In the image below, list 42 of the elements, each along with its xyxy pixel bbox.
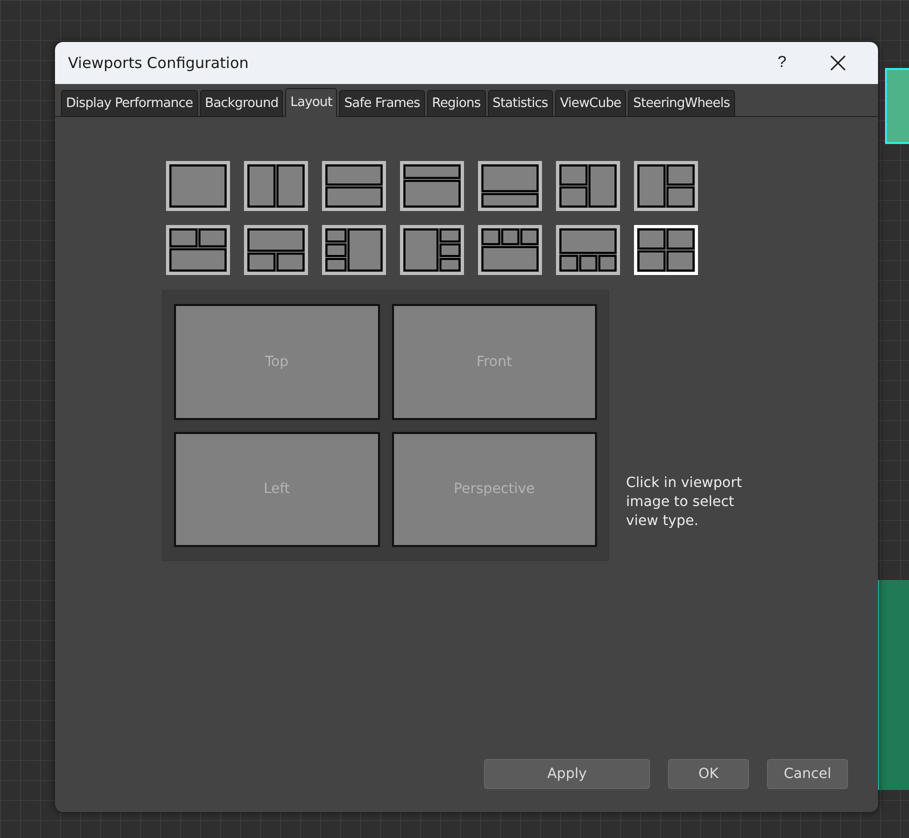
layout-icon [637,228,695,272]
layout-option[interactable] [322,225,386,275]
layout-icon [325,228,383,272]
close-icon [830,55,846,71]
layout-icon [637,164,695,208]
layout-icon [559,164,617,208]
layout-option[interactable] [322,161,386,211]
layout-icon [481,228,539,272]
tab[interactable]: Statistics [488,90,553,117]
tab[interactable]: Background [200,90,284,117]
hint-text: Click in viewport image to select view type. [626,474,743,531]
tab[interactable]: Display Performance [61,90,198,117]
layout-icon [403,164,461,208]
layout-icon [247,164,305,208]
tab[interactable]: Safe Frames [339,90,426,117]
layout-option[interactable] [166,225,230,275]
help-button[interactable]: ? [754,45,810,81]
tab[interactable]: Layout [285,88,338,117]
layout-option[interactable] [400,225,464,275]
layout-option[interactable] [556,225,620,275]
layout-option[interactable] [634,161,698,211]
layout-option[interactable] [478,225,542,275]
layout-option[interactable] [244,161,308,211]
layout-option[interactable] [166,161,230,211]
dialog-button[interactable]: Apply [484,759,650,789]
layout-icon [169,164,227,208]
layout-icon [481,164,539,208]
tab[interactable]: Regions [427,90,486,117]
layout-option[interactable] [478,161,542,211]
layout-option[interactable] [400,161,464,211]
dialog-button[interactable]: Cancel [767,759,848,789]
window-title: Viewports Configuration [68,54,250,72]
layout-icon [247,228,305,272]
layout-icon [403,228,461,272]
layout-icon [325,164,383,208]
tab[interactable]: ViewCube [554,90,626,117]
dialog-button[interactable]: OK [668,759,749,789]
layout-icon [559,228,617,272]
tab[interactable]: SteeringWheels [628,90,735,117]
layout-option[interactable] [244,225,308,275]
layout-option[interactable] [556,161,620,211]
layout-icon [169,228,227,272]
